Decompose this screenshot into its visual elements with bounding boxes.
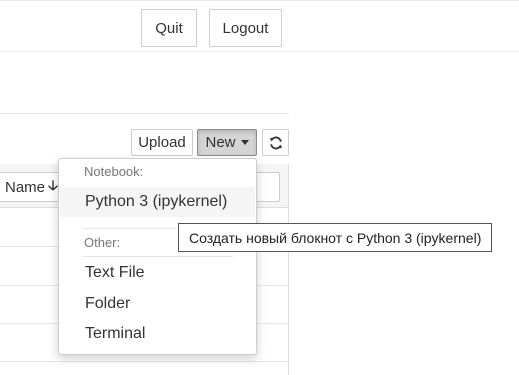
menu-item-folder[interactable]: Folder — [60, 289, 255, 319]
new-dropdown-menu: Notebook: Python 3 (ipykernel) Other: Te… — [58, 158, 257, 355]
menu-item-text-file[interactable]: Text File — [60, 258, 255, 288]
sort-down-arrow-icon: 🡣 — [48, 177, 59, 193]
logout-button[interactable]: Logout — [209, 9, 282, 47]
sort-by-name-button[interactable]: Name 🡣 — [0, 172, 66, 202]
menu-item-python3-notebook[interactable]: Python 3 (ipykernel) — [60, 187, 255, 217]
quit-button[interactable]: Quit — [141, 9, 197, 47]
list-row-divider — [0, 361, 288, 362]
refresh-button[interactable] — [262, 129, 289, 156]
other-section-header: Other: — [84, 235, 121, 250]
caret-down-icon — [240, 140, 249, 145]
menu-item-terminal[interactable]: Terminal — [60, 319, 255, 349]
header-bar: Quit Logout — [0, 0, 519, 52]
new-button[interactable]: New — [197, 129, 257, 156]
notebook-section-header: Notebook: — [84, 164, 144, 179]
new-button-label: New — [205, 134, 236, 151]
upload-button[interactable]: Upload — [131, 129, 193, 156]
menu-divider — [83, 256, 233, 257]
new-notebook-tooltip: Создать новый блокнот с Python 3 (ipyker… — [178, 223, 493, 252]
name-column-label: Name — [5, 178, 46, 196]
refresh-icon — [269, 136, 282, 149]
toolbar-divider — [0, 113, 289, 114]
